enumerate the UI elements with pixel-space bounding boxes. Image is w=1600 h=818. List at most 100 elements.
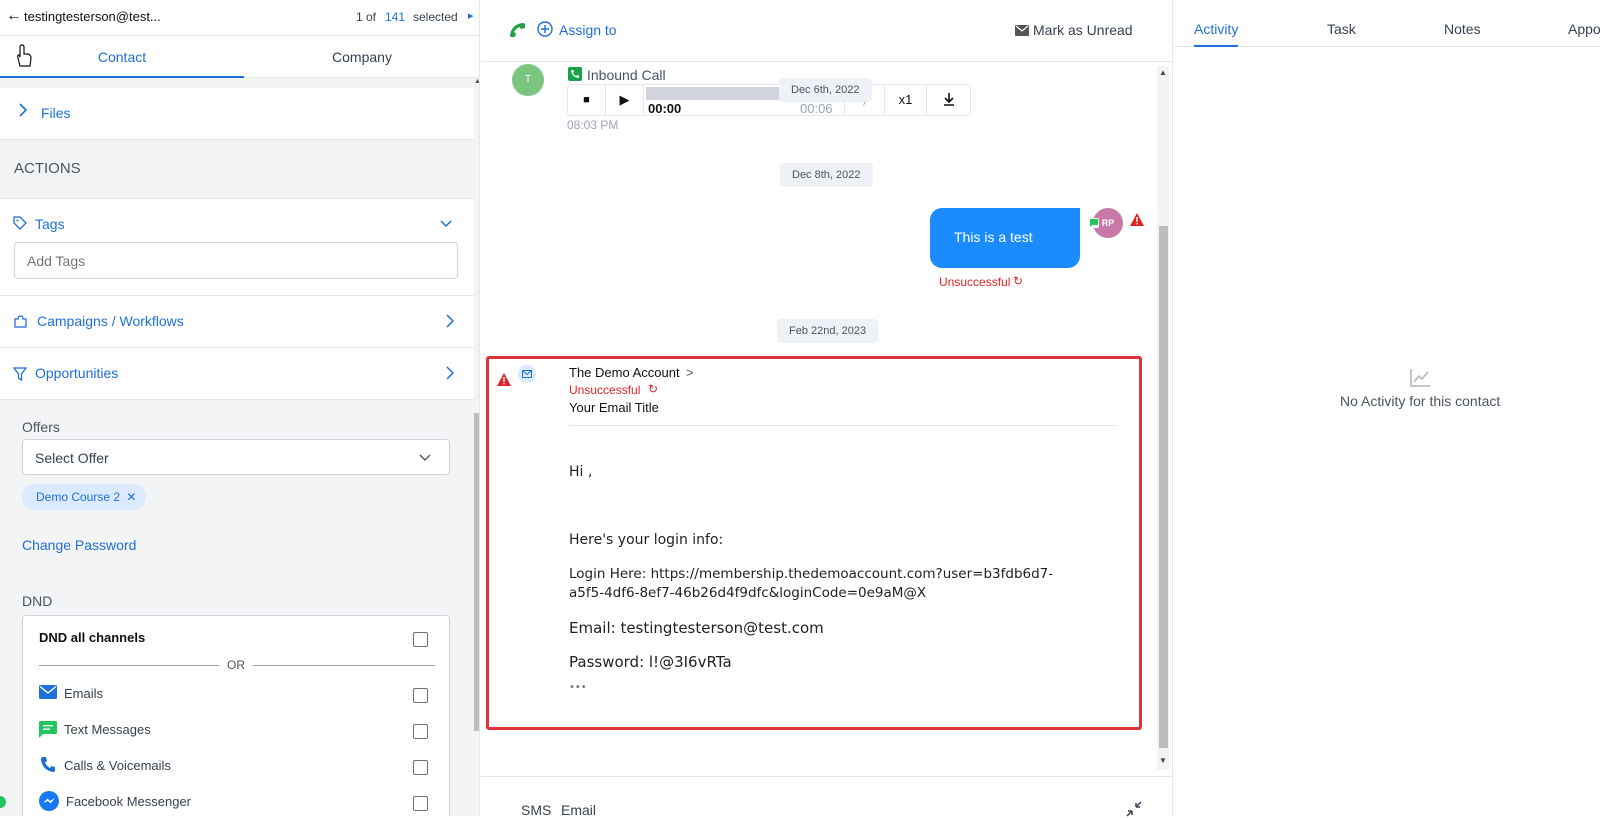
collapse-icon[interactable] [1126,801,1142,817]
email-more-button[interactable]: ••• [569,682,587,693]
left-scrollbar[interactable]: ▲ [474,78,479,816]
close-icon[interactable]: ✕ [126,490,136,504]
email-login-line2: a5f5-4df6-8ef7-46b26d4f9dfc&loginCode=0e… [569,585,927,601]
phone-icon [40,756,56,773]
tab-company[interactable]: Company [244,36,479,78]
scroll-down-icon[interactable]: ▼ [1159,756,1167,765]
email-message[interactable]: The Demo Account > Unsuccessful ↻ Your E… [486,356,1142,730]
tab-activity[interactable]: Activity [1194,21,1239,47]
left-scroll-up-icon[interactable]: ▲ [474,78,479,85]
opportunities-label: Opportunities [35,365,119,381]
chat-icon [39,721,57,738]
date-pill-dec6: Dec 6th, 2022 [779,78,872,102]
audio-player: ■ ▶ 00:00 00:06 ) x1 [567,84,971,116]
sms-text: This is a test [954,229,1033,245]
contact-nav-bar: ← testingtesterson@test... 1 of 141 sele… [0,0,479,36]
retry-icon[interactable]: ↻ [648,382,658,396]
tab-notes[interactable]: Notes [1444,21,1481,37]
email-address-line: Email: testingtesterson@test.com [569,619,824,637]
chevron-down-icon [419,454,431,462]
tab-task[interactable]: Task [1327,21,1356,37]
files-section[interactable]: Files [0,88,474,140]
date-pill-feb22: Feb 22nd, 2023 [777,319,879,343]
sms-badge-icon [1089,218,1099,228]
tab-contact[interactable]: Contact [0,36,244,78]
chevron-down-icon[interactable] [440,220,452,228]
pager-selected-label: selected [413,10,458,24]
empty-activity-text: No Activity for this contact [1340,393,1501,409]
chart-line-icon [1409,368,1431,388]
offers-label: Offers [22,419,60,435]
scroll-up-icon[interactable]: ▲ [1159,68,1167,77]
sms-bubble: This is a test [930,208,1080,268]
retry-icon[interactable]: ↻ [1013,274,1023,288]
email-password-line: Password: l!@3I6vRTa [569,653,732,671]
warning-icon [1130,213,1144,226]
dnd-all-checkbox[interactable] [413,632,428,647]
activity-tabs: Activity Task Notes Appo [1174,0,1600,47]
dnd-calls-label: Calls & Voicemails [64,758,171,773]
envelope-icon [39,685,57,699]
call-icon[interactable] [510,22,526,38]
actions-header: ACTIONS [14,160,81,177]
email-type-icon [518,365,536,383]
dnd-label: DND [22,593,53,609]
plus-circle-icon[interactable] [537,21,553,37]
or-divider-left [39,665,219,666]
audio-time-end: 00:06 [800,101,833,116]
files-label: Files [41,105,71,121]
dnd-emails-label: Emails [64,686,104,701]
tab-appointments[interactable]: Appo [1568,21,1600,37]
dnd-box: DND all channels OR Emails Text Messages… [22,615,450,816]
warning-icon [497,373,511,386]
offer-select[interactable]: Select Offer [22,439,450,475]
opportunities-section[interactable]: Opportunities [0,348,474,400]
play-button[interactable]: ▶ [606,85,644,115]
back-arrow-icon[interactable]: ← [6,7,22,25]
chevron-right-icon [446,314,454,328]
assign-to-button[interactable]: Assign to [559,22,617,38]
composer-bar: SMS Email [481,776,1173,818]
email-subject: Your Email Title [569,400,659,415]
email-status: Unsuccessful [569,383,641,397]
change-password-link[interactable]: Change Password [22,537,136,553]
inbound-call-title: Inbound Call [587,67,666,83]
email-sender-arrow[interactable]: > [686,365,694,380]
or-divider-right [253,665,435,666]
pager-count[interactable]: 141 [385,10,405,24]
contact-company-tabs: Contact Company [0,36,479,78]
envelope-icon [1015,25,1029,36]
phone-icon [568,67,582,81]
chevron-right-icon [18,102,28,118]
campaigns-workflows-section[interactable]: Campaigns / Workflows [0,296,474,348]
left-scroll-thumb[interactable] [474,413,479,731]
dnd-emails-checkbox[interactable] [413,688,428,703]
tags-label: Tags [35,216,65,232]
next-contact-icon[interactable]: ▸ [468,9,474,22]
email-login-line1: Login Here: https://membership.thedemoac… [569,566,1054,582]
email-greeting: Hi , [569,464,593,480]
or-label: OR [227,658,245,672]
dnd-text-messages-checkbox[interactable] [413,724,428,739]
add-tags-input[interactable] [14,242,458,279]
dnd-facebook-checkbox[interactable] [413,796,428,811]
filter-icon [13,367,27,381]
date-pill-dec8: Dec 8th, 2022 [780,163,873,187]
conversation-scrollbar[interactable]: ▲ ▼ [1157,66,1169,770]
contact-panel: ← testingtesterson@test... 1 of 141 sele… [0,0,480,816]
offer-chip: Demo Course 2 ✕ [22,484,147,510]
hand-cursor-icon [14,44,34,68]
tags-section: Tags [0,198,474,296]
scroll-thumb[interactable] [1159,226,1168,748]
speed-button[interactable]: x1 [884,85,926,115]
pager-of-label: 1 of [356,10,377,24]
call-timestamp: 08:03 PM [567,118,619,132]
stop-button[interactable]: ■ [568,85,606,115]
download-icon[interactable] [926,85,970,115]
mark-as-unread-button[interactable]: Mark as Unread [1033,22,1133,38]
avatar: T [512,64,544,96]
dnd-calls-checkbox[interactable] [413,760,428,775]
conversation-header: Assign to Mark as Unread [481,0,1173,62]
contact-email-title: testingtesterson@test... [24,9,161,24]
sms-status: Unsuccessful [939,275,1011,289]
